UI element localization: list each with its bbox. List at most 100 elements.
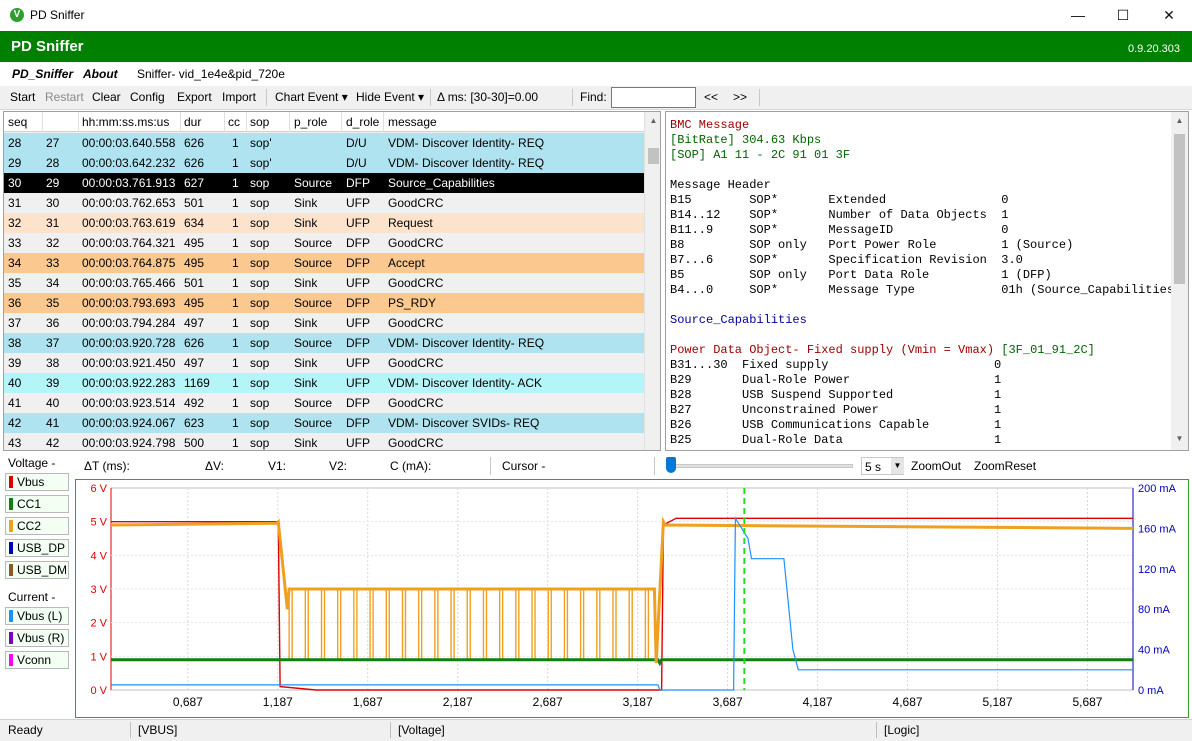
legend-label: Vbus (R) — [17, 631, 65, 645]
message-detail-pane[interactable]: BMC Message [BitRate] 304.63 Kbps [SOP] A1… — [665, 111, 1189, 451]
detail-scroll-thumb[interactable] — [1174, 134, 1185, 284]
table-row[interactable]: 39 38 00:00:03.921.450 497 1 sop Sink UFP GoodCR… — [4, 353, 644, 373]
table-row[interactable]: 30 29 00:00:03.761.913 627 1 sop Source DFP Sour… — [4, 173, 644, 193]
chevron-down-icon[interactable]: ▼ — [891, 458, 904, 474]
import-button[interactable]: Import — [222, 90, 256, 104]
table-row[interactable]: 31 30 00:00:03.762.653 501 1 sop Sink UFP GoodCR… — [4, 193, 644, 213]
legend-item-cc1[interactable]: CC1 — [5, 495, 69, 513]
table-row[interactable]: 29 28 00:00:03.642.232 626 1 sop' D/U VDM- Disc… — [4, 153, 644, 173]
hide-event-dropdown[interactable]: Hide Event ▾ — [356, 90, 424, 104]
menu-pd-sniffer[interactable]: PD_Sniffer — [12, 67, 73, 81]
find-next-button[interactable]: >> — [733, 90, 747, 104]
time-span-select[interactable]: 5 s ▼ — [861, 457, 904, 475]
table-row[interactable]: 38 37 00:00:03.920.728 626 1 sop Source DFP VDM-… — [4, 333, 644, 353]
detail-line-text: B28 USB Suspend Supported 1 — [670, 388, 1002, 402]
table-row[interactable]: 33 32 00:00:03.764.321 495 1 sop Source DFP Good… — [4, 233, 644, 253]
scroll-up-icon[interactable]: ▲ — [1174, 116, 1185, 125]
legend-item-vconn[interactable]: Vconn — [5, 651, 69, 669]
x-tick-label: 5,687 — [1072, 695, 1102, 709]
detail-line-text: B15 SOP* Extended 0 — [670, 193, 1009, 207]
cell-dur: 501 — [184, 196, 205, 210]
scroll-down-icon[interactable]: ▼ — [1174, 434, 1185, 443]
chart-event-dropdown[interactable]: Chart Event ▾ — [275, 90, 348, 104]
y-left-tick-label: 1 V — [90, 651, 107, 663]
config-button[interactable]: Config — [130, 90, 165, 104]
zoom-out-button[interactable]: ZoomOut — [911, 459, 961, 473]
y-right-tick-label: 160 mA — [1138, 523, 1177, 535]
cell-time: 00:00:03.764.321 — [82, 236, 176, 250]
cell-dur: 495 — [184, 296, 205, 310]
cell-msg: VDM- Discover Identity- REQ — [388, 336, 545, 350]
legend-item-cc2[interactable]: CC2 — [5, 517, 69, 535]
legend-item-usb-dp[interactable]: USB_DP — [5, 539, 69, 557]
table-row[interactable]: 37 36 00:00:03.794.284 497 1 sop Sink UFP GoodCR… — [4, 313, 644, 333]
close-button[interactable]: ✕ — [1146, 0, 1192, 31]
legend-item-vbus-l[interactable]: Vbus (L) — [5, 607, 69, 625]
detail-line — [670, 163, 1181, 178]
table-row[interactable]: 28 27 00:00:03.640.558 626 1 sop' D/U VDM- Disc… — [4, 133, 644, 153]
cell-time: 00:00:03.922.283 — [82, 376, 176, 390]
column-time[interactable]: hh:mm:ss.ms:us — [82, 115, 169, 129]
column-divider — [289, 112, 290, 132]
x-tick-label: 4,687 — [893, 695, 923, 709]
message-table[interactable]: seq hh:mm:ss.ms:us dur cc sop p_role d_r… — [3, 111, 661, 451]
time-slider-track[interactable] — [667, 464, 853, 468]
signal-chart[interactable]: 0,687 1,187 1,687 2,187 2,687 3,187 3,687 4,187… — [76, 480, 1188, 717]
column-sop[interactable]: sop — [250, 115, 269, 129]
status-separator — [876, 722, 877, 738]
legend-item-vbus[interactable]: Vbus — [5, 473, 69, 491]
column-d-role[interactable]: d_role — [346, 115, 379, 129]
detail-line-text: B25 Dual-Role Data 1 — [670, 433, 1002, 447]
legend-label: USB_DM — [17, 563, 68, 577]
column-dur[interactable]: dur — [184, 115, 201, 129]
table-row[interactable]: 42 41 00:00:03.924.067 623 1 sop Source DFP VDM-… — [4, 413, 644, 433]
table-row[interactable]: 35 34 00:00:03.765.466 501 1 sop Sink UFP GoodCR… — [4, 273, 644, 293]
table-scroll-thumb[interactable] — [648, 148, 659, 164]
table-row[interactable]: 32 31 00:00:03.763.619 634 1 sop Sink UFP Reques… — [4, 213, 644, 233]
detail-line: B29 Dual-Role Power 1 — [670, 373, 1181, 388]
cell-d-role: DFP — [346, 256, 370, 270]
column-cc[interactable]: cc — [228, 115, 240, 129]
column-message[interactable]: message — [388, 115, 437, 129]
cell-index: 37 — [46, 336, 60, 350]
table-scrollbar[interactable]: ▲ — [644, 112, 660, 450]
clear-button[interactable]: Clear — [92, 90, 121, 104]
cell-cc: 1 — [232, 236, 239, 250]
cell-time: 00:00:03.764.875 — [82, 256, 176, 270]
detail-line-text: B29 Dual-Role Power 1 — [670, 373, 1002, 387]
find-input[interactable] — [611, 87, 696, 108]
column-seq[interactable]: seq — [8, 115, 27, 129]
detail-line-text: B11..9 SOP* MessageID 0 — [670, 223, 1009, 237]
export-button[interactable]: Export — [177, 90, 212, 104]
current-legend-heading: Current - — [8, 590, 56, 604]
restart-button[interactable]: Restart — [45, 90, 84, 104]
start-button[interactable]: Start — [10, 90, 35, 104]
cell-seq: 37 — [8, 316, 22, 330]
y-left-tick-label: 5 V — [90, 517, 107, 529]
status-vbus: [VBUS] — [138, 723, 178, 737]
table-row[interactable]: 43 42 00:00:03.924.798 500 1 sop Sink UFP GoodCR… — [4, 433, 644, 450]
cell-sop: sop — [250, 216, 270, 230]
column-divider — [224, 112, 225, 132]
x-tick-label: 3,187 — [623, 695, 653, 709]
zoom-reset-button[interactable]: ZoomReset — [974, 459, 1036, 473]
column-p-role[interactable]: p_role — [294, 115, 327, 129]
table-row[interactable]: 40 39 00:00:03.922.283 1169 1 sop Sink UFP VDM- … — [4, 373, 644, 393]
x-tick-label: 5,187 — [982, 695, 1012, 709]
table-row[interactable]: 34 33 00:00:03.764.875 495 1 sop Source DFP Acce… — [4, 253, 644, 273]
x-tick-label: 4,187 — [803, 695, 833, 709]
legend-item-vbus-r[interactable]: Vbus (R) — [5, 629, 69, 647]
table-row[interactable]: 41 40 00:00:03.923.514 492 1 sop Source DFP Good… — [4, 393, 644, 413]
delta-t-label: ΔT (ms): — [84, 459, 130, 473]
cell-dur: 626 — [184, 136, 205, 150]
time-slider-thumb[interactable] — [666, 457, 676, 473]
cell-seq: 31 — [8, 196, 22, 210]
table-row[interactable]: 36 35 00:00:03.793.693 495 1 sop Source DFP PS_R… — [4, 293, 644, 313]
legend-item-usb-dm[interactable]: USB_DM — [5, 561, 69, 579]
minimize-button[interactable]: — — [1055, 0, 1101, 31]
find-prev-button[interactable]: << — [704, 90, 718, 104]
menu-about[interactable]: About — [83, 67, 118, 81]
detail-line: BMC Message — [670, 118, 1181, 133]
maximize-button[interactable]: ☐ — [1100, 0, 1146, 31]
scroll-up-icon[interactable]: ▲ — [648, 116, 659, 126]
